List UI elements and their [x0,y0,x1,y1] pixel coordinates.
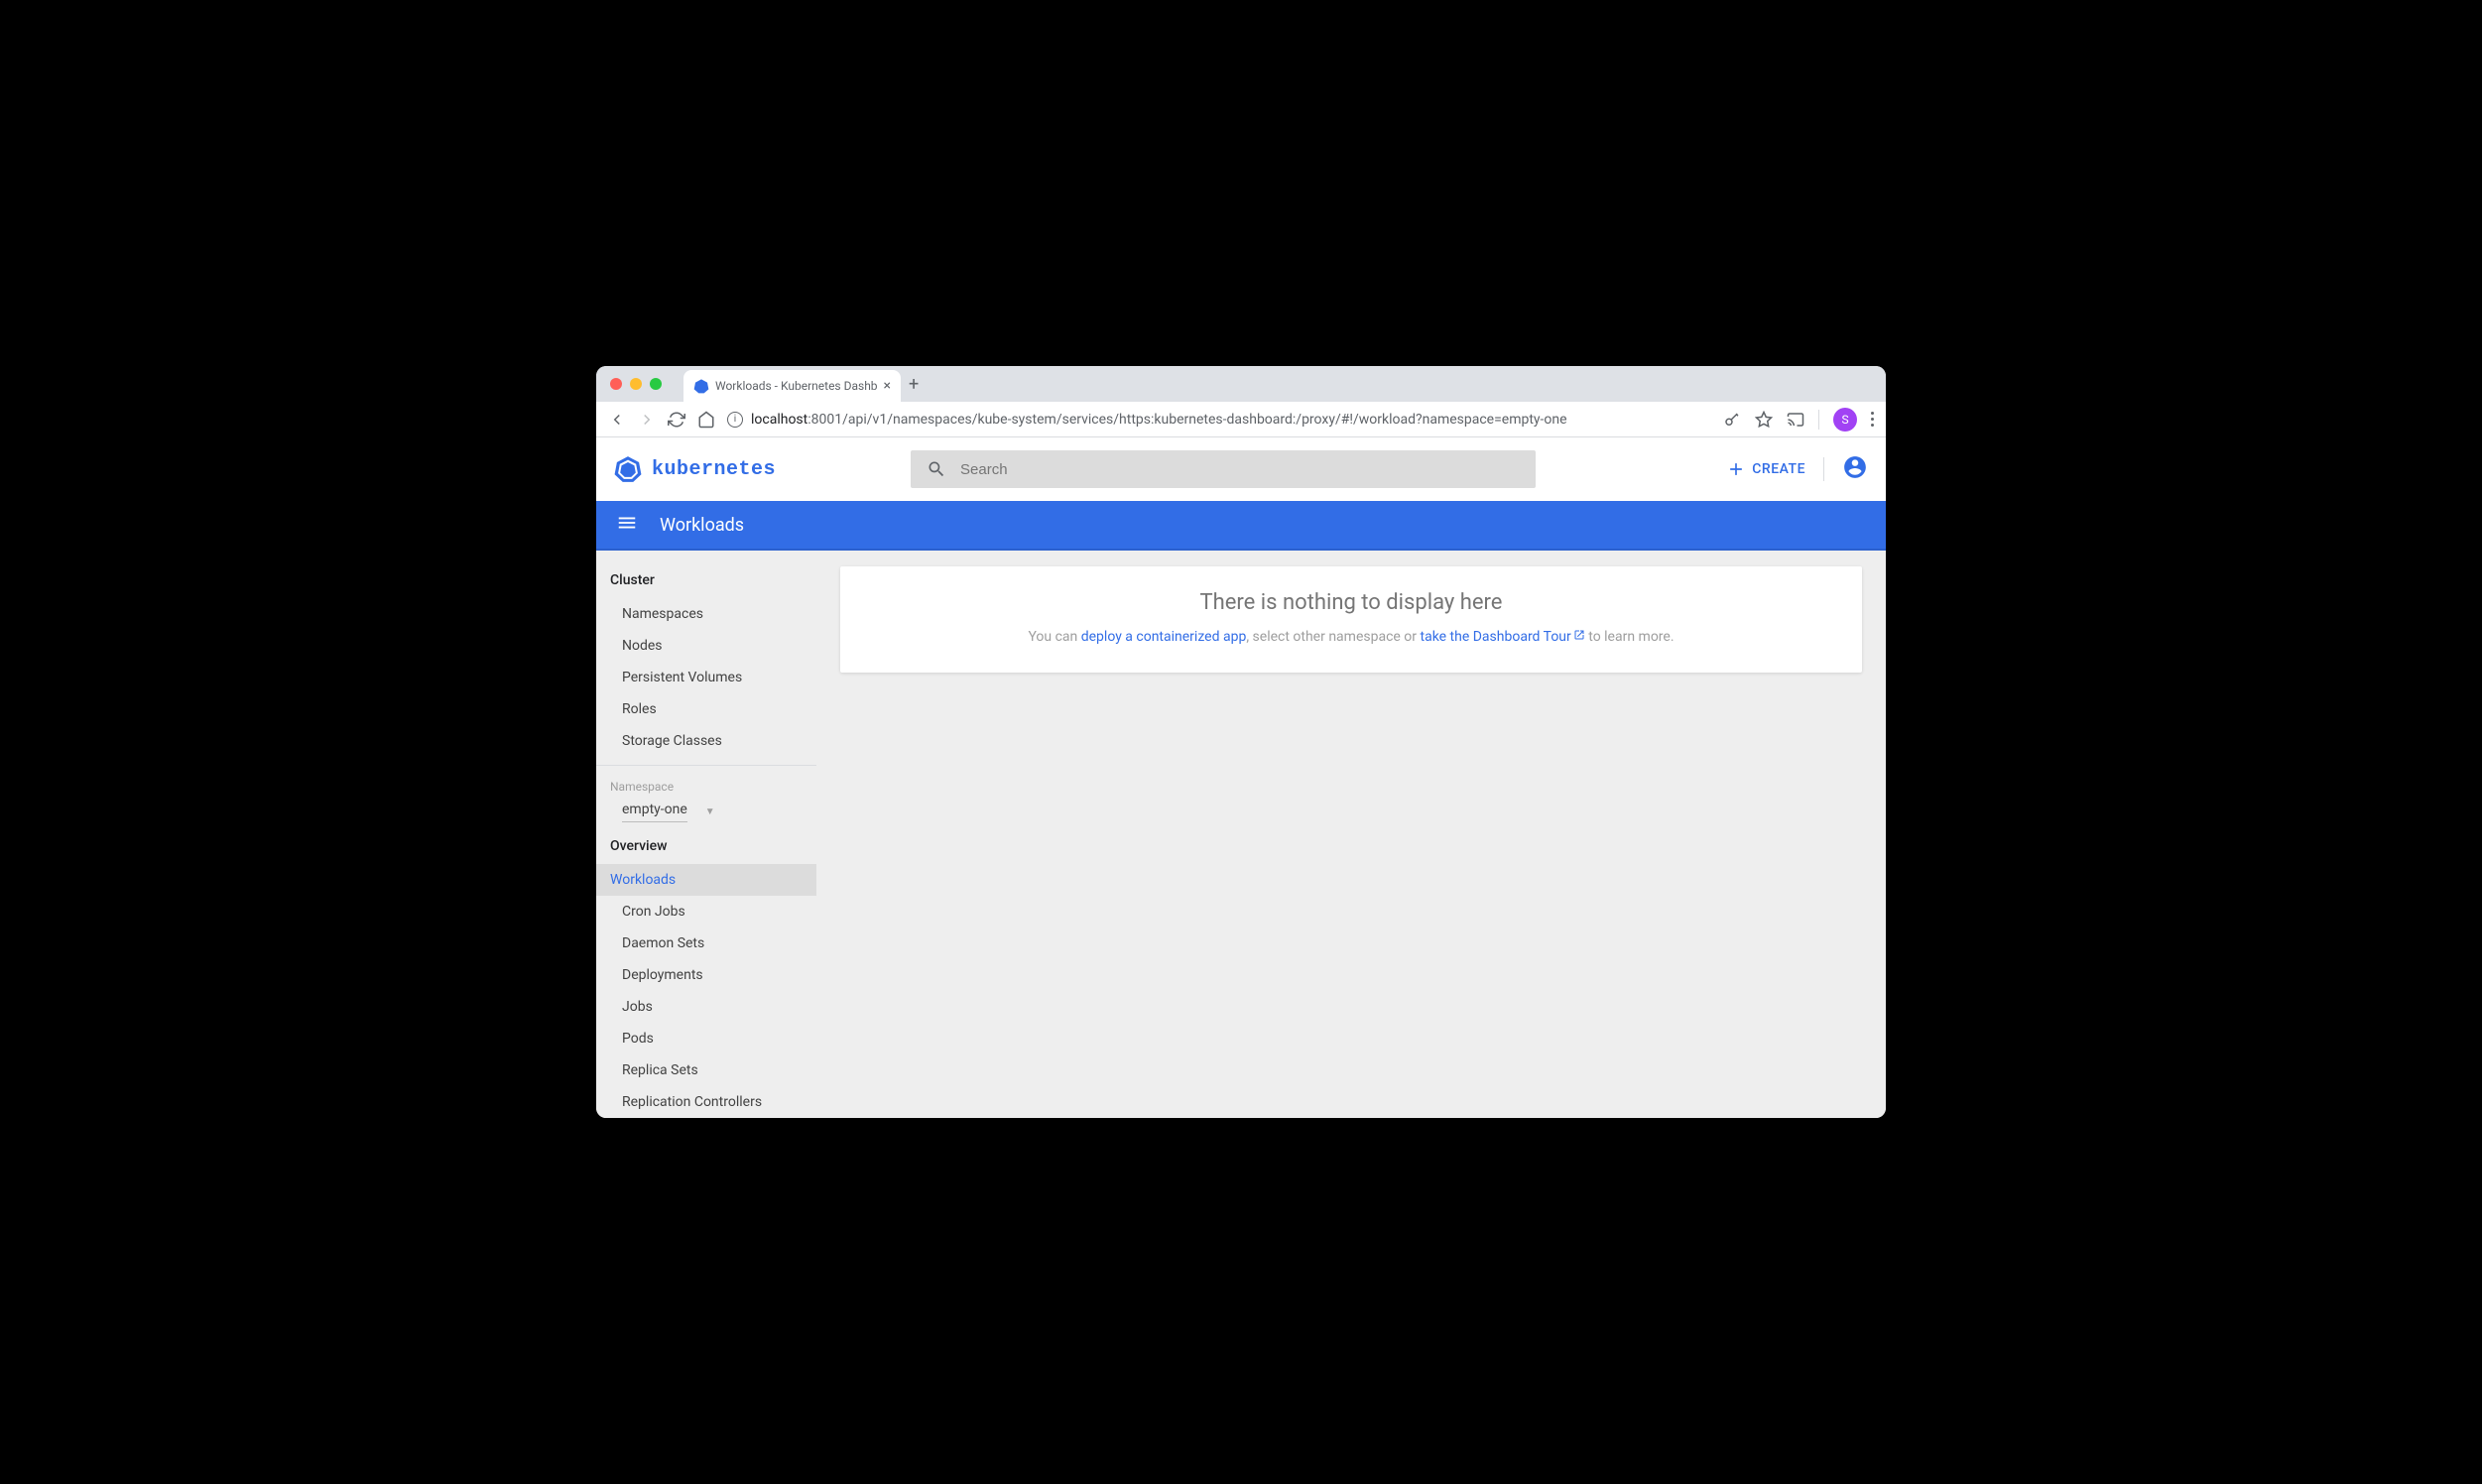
app-header: kubernetes CREATE [596,437,1886,501]
key-icon[interactable] [1723,411,1741,429]
main-panel: There is nothing to display here You can… [816,551,1886,1118]
site-info-icon[interactable]: i [727,412,743,428]
browser-tab-bar: Workloads - Kubernetes Dashb × + [596,366,1886,402]
kubernetes-favicon-icon [693,378,709,394]
deploy-app-link[interactable]: deploy a containerized app [1081,629,1247,645]
sidebar-item-pods[interactable]: Pods [596,1023,816,1054]
sidebar-item-storage-classes[interactable]: Storage Classes [596,725,816,757]
forward-button[interactable] [638,411,656,429]
external-link-icon [1573,629,1585,645]
cast-icon[interactable] [1787,411,1804,429]
overview-section-header[interactable]: Overview [596,824,816,864]
empty-state-card: There is nothing to display here You can… [840,566,1862,673]
close-tab-button[interactable]: × [884,378,891,394]
bookmark-icon[interactable] [1755,411,1773,429]
menu-toggle-button[interactable] [616,512,638,538]
browser-address-bar: i localhost:8001/api/v1/namespaces/kube-… [596,402,1886,437]
page-title: Workloads [660,515,744,536]
logo-text: kubernetes [652,458,776,481]
empty-text-segment: , select other namespace or [1246,629,1420,645]
chevron-down-icon: ▼ [705,806,715,817]
search-icon [927,459,946,479]
reload-button[interactable] [668,411,685,429]
empty-text-segment: You can [1028,629,1080,645]
url-text: localhost:8001/api/v1/namespaces/kube-sy… [751,412,1567,428]
account-circle-icon [1842,454,1868,480]
hamburger-icon [616,512,638,534]
sidebar-item-jobs[interactable]: Jobs [596,991,816,1023]
browser-tab[interactable]: Workloads - Kubernetes Dashb × [683,370,901,402]
address-bar-actions: S [1723,408,1874,432]
empty-state-text: You can deploy a containerized app, sele… [872,629,1830,645]
create-button[interactable]: CREATE [1726,459,1805,479]
empty-state-title: There is nothing to display here [872,590,1830,615]
logo[interactable]: kubernetes [614,455,776,483]
window-controls [604,378,668,390]
sidebar-item-daemon-sets[interactable]: Daemon Sets [596,928,816,959]
kubernetes-logo-icon [614,455,642,483]
divider [1818,410,1819,430]
namespace-label: Namespace [596,774,816,796]
breadcrumb-bar: Workloads [596,501,1886,551]
maximize-window-button[interactable] [650,378,662,390]
plus-icon [1726,459,1746,479]
new-tab-button[interactable]: + [909,374,919,395]
back-button[interactable] [608,411,626,429]
sidebar-item-replication-controllers[interactable]: Replication Controllers [596,1086,816,1118]
divider [1823,457,1824,481]
create-label: CREATE [1752,461,1805,477]
divider [596,765,816,766]
close-window-button[interactable] [610,378,622,390]
namespace-value: empty-one [622,802,687,822]
empty-text-segment: to learn more. [1585,629,1675,645]
header-actions: CREATE [1726,454,1868,484]
sidebar-item-cron-jobs[interactable]: Cron Jobs [596,896,816,928]
browser-window: Workloads - Kubernetes Dashb × + i local… [596,366,1886,1118]
search-input[interactable] [960,461,1520,478]
sidebar-item-deployments[interactable]: Deployments [596,959,816,991]
browser-menu-button[interactable] [1871,412,1874,427]
sidebar: Cluster Namespaces Nodes Persistent Volu… [596,551,816,1118]
sidebar-item-workloads[interactable]: Workloads [596,864,816,896]
dashboard-tour-link[interactable]: take the Dashboard Tour [1421,629,1585,645]
search-box[interactable] [911,450,1536,488]
sidebar-item-namespaces[interactable]: Namespaces [596,598,816,630]
content-area: Cluster Namespaces Nodes Persistent Volu… [596,551,1886,1118]
user-avatar[interactable]: S [1833,408,1857,432]
namespace-selector[interactable]: empty-one ▼ [596,796,816,824]
home-button[interactable] [697,411,715,429]
minimize-window-button[interactable] [630,378,642,390]
sidebar-item-replica-sets[interactable]: Replica Sets [596,1054,816,1086]
tab-title: Workloads - Kubernetes Dashb [715,379,878,393]
sidebar-item-roles[interactable]: Roles [596,693,816,725]
sidebar-item-persistent-volumes[interactable]: Persistent Volumes [596,662,816,693]
sidebar-item-nodes[interactable]: Nodes [596,630,816,662]
cluster-section-header[interactable]: Cluster [596,562,816,598]
url-field[interactable]: i localhost:8001/api/v1/namespaces/kube-… [727,412,1711,428]
account-button[interactable] [1842,454,1868,484]
